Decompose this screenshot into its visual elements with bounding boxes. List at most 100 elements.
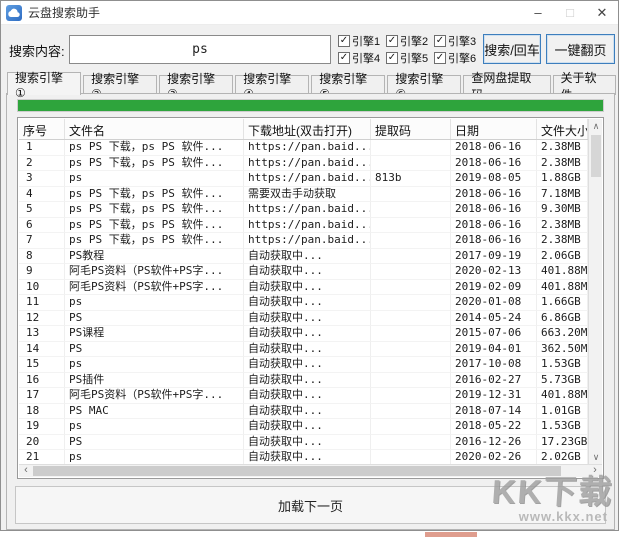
- cell-date: 2018-06-16: [451, 140, 537, 156]
- engine-checkbox-6[interactable]: ✓ 引擎6: [434, 49, 482, 66]
- vertical-scrollbar-thumb[interactable]: [591, 135, 601, 177]
- cell-link[interactable]: 自动获取中...: [244, 434, 371, 450]
- engine-checkbox-2[interactable]: ✓ 引擎2: [386, 32, 434, 49]
- cell-link[interactable]: 需要双击手动获取: [244, 186, 371, 202]
- table-row[interactable]: 19 ps 自动获取中... 2018-05-22 1.53GB: [19, 419, 588, 435]
- cell-size: 1.53GB: [537, 419, 588, 435]
- cell-code: [371, 310, 451, 326]
- cell-link[interactable]: 自动获取中...: [244, 326, 371, 342]
- search-input[interactable]: [69, 35, 331, 64]
- engine-checkbox-5[interactable]: ✓ 引擎5: [386, 49, 434, 66]
- column-header-5[interactable]: 日期: [451, 119, 537, 139]
- table-row[interactable]: 14 PS 自动获取中... 2019-04-01 362.50M: [19, 341, 588, 357]
- cell-link[interactable]: 自动获取中...: [244, 310, 371, 326]
- table-row[interactable]: 18 PS MAC 自动获取中... 2018-07-14 1.01GB: [19, 403, 588, 419]
- column-header-6[interactable]: 文件大小: [537, 119, 588, 139]
- maximize-icon[interactable]: □: [554, 1, 586, 24]
- table-row[interactable]: 2 ps PS 下载，ps PS 软件... https://pan.baid...…: [19, 155, 588, 171]
- paginate-button[interactable]: 一键翻页: [546, 34, 615, 64]
- cell-link[interactable]: 自动获取中...: [244, 403, 371, 419]
- table-row[interactable]: 1 ps PS 下载，ps PS 软件... https://pan.baid...…: [19, 140, 588, 156]
- checkbox-icon: ✓: [386, 34, 398, 47]
- scroll-left-icon[interactable]: ‹: [19, 465, 33, 477]
- cell-link[interactable]: 自动获取中...: [244, 372, 371, 388]
- cell-code: [371, 341, 451, 357]
- cell-link[interactable]: 自动获取中...: [244, 248, 371, 264]
- tab-6[interactable]: 搜索引擎⑥: [387, 72, 462, 101]
- cell-filename: ps PS 下载，ps PS 软件...: [65, 155, 244, 171]
- table-row[interactable]: 12 PS 自动获取中... 2014-05-24 6.86GB: [19, 310, 588, 326]
- search-button[interactable]: 搜索/回车: [483, 34, 541, 64]
- table-row[interactable]: 9 阿毛PS资料（PS软件+PS字... 自动获取中... 2020-02-13 401…: [19, 264, 588, 280]
- cell-date: 2018-06-16: [451, 202, 537, 218]
- vertical-scrollbar[interactable]: ∧ ∨: [588, 119, 602, 464]
- cell-link[interactable]: https://pan.baid...: [244, 140, 371, 156]
- tab-4[interactable]: 搜索引擎④: [235, 72, 310, 101]
- table-row[interactable]: 20 PS 自动获取中... 2016-12-26 17.23GB: [19, 434, 588, 450]
- table-row[interactable]: 16 PS插件 自动获取中... 2016-02-27 5.73GB: [19, 372, 588, 388]
- cell-link[interactable]: 自动获取中...: [244, 264, 371, 280]
- tab-8[interactable]: 关于软件: [552, 71, 616, 102]
- table-row[interactable]: 13 PS课程 自动获取中... 2015-07-06 663.20M: [19, 326, 588, 342]
- results-table: 序号 文件名 下载地址(双击打开) 提取码 日期 文件大小 1 ps PS 下载，ps PS…: [17, 117, 604, 479]
- cell-link[interactable]: https://pan.baid...: [244, 155, 371, 171]
- table-row[interactable]: 3 ps https://pan.baid... 813b 2019-08-05 1.88…: [19, 171, 588, 187]
- table-row[interactable]: 6 ps PS 下载，ps PS 软件... https://pan.baid...…: [19, 217, 588, 233]
- cell-code: [371, 419, 451, 435]
- cell-link[interactable]: https://pan.baid...: [244, 233, 371, 249]
- column-header-1[interactable]: 序号: [19, 119, 65, 139]
- engine-checkbox-4[interactable]: ✓ 引擎4: [338, 49, 386, 66]
- table-row[interactable]: 8 PS教程 自动获取中... 2017-09-19 2.06GB: [19, 248, 588, 264]
- tab-2[interactable]: 搜索引擎②: [83, 72, 158, 101]
- cell-link[interactable]: https://pan.baid...: [244, 171, 371, 187]
- engine-checkbox-3[interactable]: ✓ 引擎3: [434, 32, 482, 49]
- table-row[interactable]: 7 ps PS 下载，ps PS 软件... https://pan.baid...…: [19, 233, 588, 249]
- engine-checkbox-1[interactable]: ✓ 引擎1: [338, 32, 386, 49]
- column-header-2[interactable]: 文件名: [65, 119, 244, 139]
- cell-link[interactable]: 自动获取中...: [244, 279, 371, 295]
- cell-link[interactable]: 自动获取中...: [244, 295, 371, 311]
- table-row[interactable]: 4 ps PS 下载，ps PS 软件... 需要双击手动获取 2018-06-16 7…: [19, 186, 588, 202]
- column-header-3[interactable]: 下载地址(双击打开): [244, 119, 371, 139]
- cell-link[interactable]: https://pan.baid...: [244, 217, 371, 233]
- cloud-icon: [8, 8, 20, 17]
- table-row[interactable]: 5 ps PS 下载，ps PS 软件... https://pan.baid...…: [19, 202, 588, 218]
- tab-1[interactable]: 搜索引擎①: [7, 71, 82, 100]
- scroll-up-icon[interactable]: ∧: [589, 119, 603, 133]
- cell-code: [371, 326, 451, 342]
- progress-fill: [18, 100, 603, 111]
- cell-link[interactable]: 自动获取中...: [244, 419, 371, 435]
- minimize-icon[interactable]: –: [522, 1, 554, 24]
- column-header-4[interactable]: 提取码: [371, 119, 451, 139]
- close-icon[interactable]: ✕: [586, 1, 618, 24]
- tab-5[interactable]: 搜索引擎⑤: [311, 72, 386, 101]
- cell-size: 2.06GB: [537, 248, 588, 264]
- cell-link[interactable]: 自动获取中...: [244, 388, 371, 404]
- scroll-down-icon[interactable]: ∨: [589, 450, 603, 464]
- table-row[interactable]: 15 ps 自动获取中... 2017-10-08 1.53GB: [19, 357, 588, 373]
- tab-7[interactable]: 查网盘提取码: [463, 71, 551, 102]
- cell-code: [371, 434, 451, 450]
- cell-size: 1.53GB: [537, 357, 588, 373]
- cell-link[interactable]: https://pan.baid...: [244, 202, 371, 218]
- checkbox-icon: ✓: [338, 34, 350, 47]
- cell-date: 2016-02-27: [451, 372, 537, 388]
- table-row[interactable]: 10 阿毛PS资料（PS软件+PS字... 自动获取中... 2019-02-09 40…: [19, 279, 588, 295]
- cell-size: 17.23GB: [537, 434, 588, 450]
- horizontal-scrollbar-thumb[interactable]: [33, 466, 561, 476]
- tab-3[interactable]: 搜索引擎③: [159, 72, 234, 101]
- cell-date: 2019-02-09: [451, 279, 537, 295]
- progress-bar: [17, 99, 604, 112]
- table-row[interactable]: 11 ps 自动获取中... 2020-01-08 1.66GB: [19, 295, 588, 311]
- cell-filename: ps: [65, 171, 244, 187]
- table-row[interactable]: 17 阿毛PS资料（PS软件+PS字... 自动获取中... 2019-12-31 40…: [19, 388, 588, 404]
- cell-link[interactable]: 自动获取中...: [244, 341, 371, 357]
- cell-link[interactable]: 自动获取中...: [244, 357, 371, 373]
- cell-date: 2018-07-14: [451, 403, 537, 419]
- cell-date: 2019-08-05: [451, 171, 537, 187]
- cell-date: 2018-06-16: [451, 186, 537, 202]
- cell-filename: PS课程: [65, 326, 244, 342]
- cell-code: [371, 403, 451, 419]
- cell-code: 813b: [371, 171, 451, 187]
- cell-date: 2019-12-31: [451, 388, 537, 404]
